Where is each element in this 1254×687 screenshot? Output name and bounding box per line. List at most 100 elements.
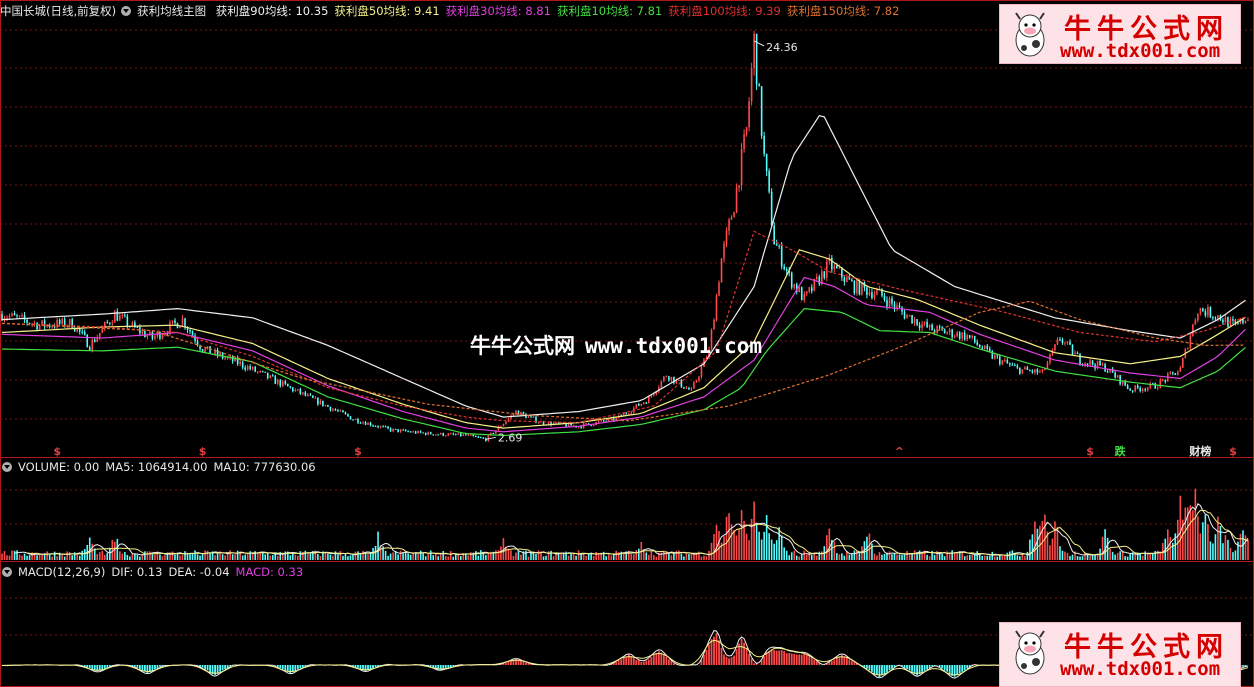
candle-body (698, 376, 700, 381)
stock-name[interactable]: 中国长城(日线,前复权) (0, 4, 116, 18)
candle-body (1204, 311, 1207, 316)
volume-bar (715, 525, 718, 560)
candle-body (1024, 367, 1026, 370)
macd-bar (790, 653, 793, 665)
volume-bar (470, 552, 472, 560)
volume-bar (570, 553, 572, 560)
volume-bar (670, 555, 673, 560)
candle-body (670, 376, 673, 381)
dropdown-icon[interactable] (2, 567, 12, 577)
volume-bar (1141, 555, 1144, 560)
volume-bar (876, 555, 878, 560)
volume-bar (1091, 555, 1094, 560)
candle-body (988, 348, 991, 352)
macd-bar (926, 665, 928, 670)
volume-bar (66, 551, 68, 560)
candle-body (951, 329, 953, 338)
volume-bar (327, 553, 329, 560)
volume-bar (216, 552, 219, 560)
volume-bar (1144, 551, 1147, 560)
volume-bar (906, 551, 908, 560)
volume-bar (1234, 550, 1237, 560)
macd-bar (830, 660, 833, 665)
logo-url: www.tdx001.com (1060, 40, 1221, 62)
macd-bar (720, 647, 723, 665)
volume-bar (201, 553, 204, 560)
macd-bar (221, 665, 224, 671)
candle-body (1044, 368, 1046, 370)
candle-body (101, 328, 104, 333)
volume-bar (963, 556, 966, 560)
volume-bar (740, 510, 743, 560)
macd-bar (803, 653, 806, 665)
candle-body (978, 344, 981, 348)
volume-bar (78, 555, 81, 560)
volume-bar (417, 553, 419, 560)
volume-bar (758, 531, 760, 560)
dropdown-icon[interactable] (2, 462, 12, 472)
candle-body (1161, 379, 1164, 381)
volume-bar (434, 553, 437, 560)
candle-body (502, 423, 505, 427)
volume-bar (404, 552, 407, 560)
candle-body (307, 394, 309, 396)
volume-bar (1209, 541, 1212, 560)
dropdown-icon[interactable] (121, 6, 132, 16)
candle-body (775, 244, 778, 246)
volume-bar (765, 515, 768, 560)
volume-bar (374, 545, 377, 560)
candle-body (685, 387, 688, 389)
candle-body (1194, 320, 1197, 325)
volume-bar (685, 552, 688, 560)
macd-bar (848, 659, 851, 665)
candle-body (374, 425, 377, 427)
signal-marker-0: $ (53, 445, 61, 458)
candle-body (432, 434, 435, 436)
macd-bar (136, 665, 139, 668)
candle-body (891, 298, 893, 304)
site-logo[interactable]: 牛牛公式网 www.tdx001.com (999, 4, 1241, 64)
candle-body (1074, 352, 1076, 355)
candle-body (429, 432, 432, 435)
site-logo[interactable]: 牛牛公式网 www.tdx001.com (999, 622, 1241, 687)
indicator-name[interactable]: 获利均线主图 (137, 4, 206, 18)
candle-body (312, 395, 314, 398)
macd-bar (374, 665, 377, 667)
candle-body (1214, 317, 1217, 319)
candle-body (765, 153, 768, 171)
candle-body (1199, 308, 1202, 314)
volume-bar (151, 554, 154, 560)
candle-body (327, 405, 329, 407)
candle-body (1069, 341, 1071, 345)
candle-body (1041, 369, 1044, 372)
macd-bar (289, 665, 292, 674)
candle-body (931, 324, 933, 331)
volume-bar (1001, 555, 1004, 560)
candle-body (665, 376, 668, 378)
volume-bar (124, 552, 126, 560)
macd-bar (159, 665, 161, 667)
candle-body (480, 437, 482, 439)
volume-bar (18, 554, 21, 560)
candle-body (18, 315, 21, 317)
candle-body (532, 416, 535, 418)
volume-bar (1244, 535, 1247, 560)
volume-bar (848, 554, 851, 560)
volume-bar (650, 551, 653, 560)
volume-bar (1177, 519, 1179, 560)
volume-bar (760, 539, 763, 560)
candle-body (1091, 360, 1094, 365)
macd-bar (442, 665, 445, 669)
macd-bar (517, 660, 520, 665)
macd-bar (886, 665, 888, 673)
candle-body (462, 434, 465, 436)
candle-body (191, 331, 194, 336)
candle-body (1207, 307, 1209, 316)
volume-bar (6, 555, 8, 560)
candle-body (1141, 389, 1144, 391)
volume-bar (1089, 555, 1091, 560)
volume-bar (703, 555, 705, 560)
volume-bar (643, 550, 645, 560)
candle-body (274, 376, 277, 384)
volume-bar (126, 554, 129, 560)
